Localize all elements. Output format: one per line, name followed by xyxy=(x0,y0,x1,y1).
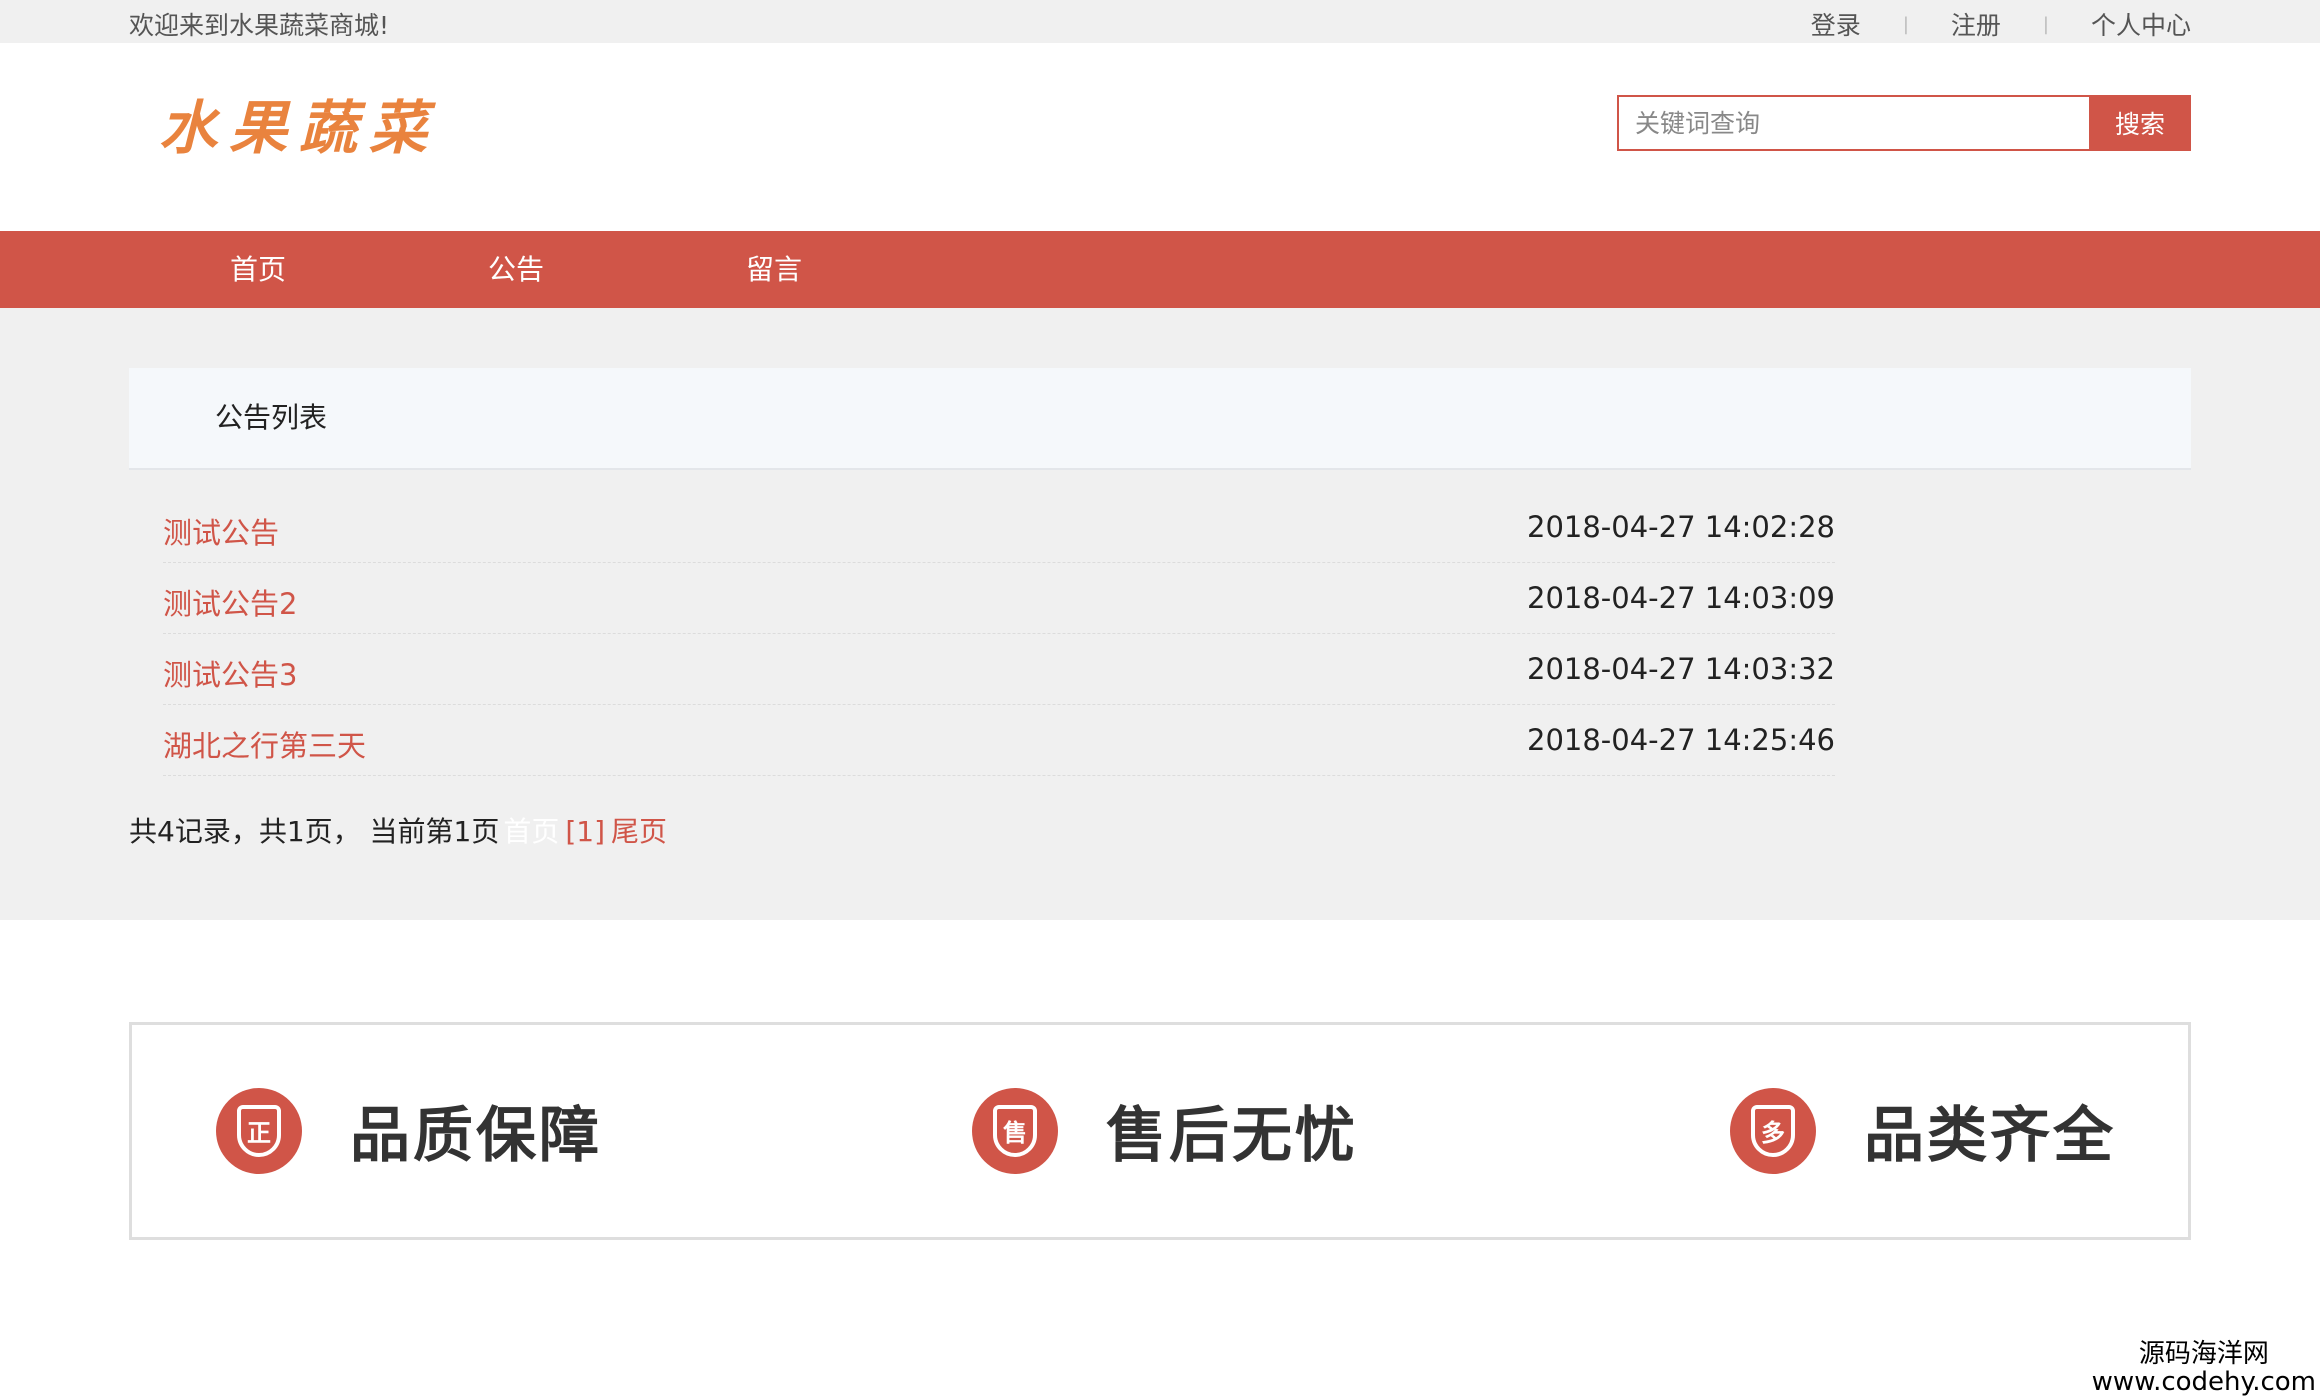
list-item: 测试公告2 2018-04-27 14:03:09 xyxy=(163,563,1835,634)
list-item: 湖北之行第三天 2018-04-27 14:25:46 xyxy=(163,705,1835,776)
divider: | xyxy=(1902,13,1909,35)
list-item: 测试公告3 2018-04-27 14:03:32 xyxy=(163,634,1835,705)
aftersale-shield-icon: 售 xyxy=(972,1087,1058,1174)
notice-time: 2018-04-27 14:03:32 xyxy=(1527,652,1835,686)
notice-time: 2018-04-27 14:02:28 xyxy=(1527,510,1835,544)
divider: | xyxy=(2042,13,2049,35)
watermark-line: 源码海洋网 xyxy=(2138,1339,2269,1369)
nav-item-notice[interactable]: 公告 xyxy=(387,231,645,308)
panel-title: 公告列表 xyxy=(129,368,2191,470)
login-link[interactable]: 登录 xyxy=(1811,6,1861,42)
main-content: 公告列表 测试公告 2018-04-27 14:02:28 测试公告2 2018… xyxy=(0,308,2320,920)
quality-shield-icon: 正 xyxy=(216,1087,302,1174)
site-logo[interactable]: 水果蔬菜 xyxy=(159,81,439,165)
last-page-link[interactable]: 尾页 xyxy=(611,815,667,848)
main-nav: 首页 公告 留言 xyxy=(0,231,2320,308)
user-center-link[interactable]: 个人中心 xyxy=(2091,6,2191,42)
notice-title-link[interactable]: 测试公告2 xyxy=(163,581,297,623)
nav-item-message[interactable]: 留言 xyxy=(645,231,903,308)
list-item: 测试公告 2018-04-27 14:02:28 xyxy=(163,492,1835,563)
variety-shield-icon: 多 xyxy=(1730,1087,1816,1174)
notice-title-link[interactable]: 测试公告 xyxy=(163,510,279,552)
feature-variety: 多 品类齐全 xyxy=(1730,1087,2116,1174)
feature-aftersale: 售 售后无忧 xyxy=(972,1087,1358,1174)
watermark-line: www.codehy.com xyxy=(2091,1367,2316,1397)
register-link[interactable]: 注册 xyxy=(1951,6,2001,42)
notice-title-link[interactable]: 湖北之行第三天 xyxy=(163,723,366,765)
notice-list: 测试公告 2018-04-27 14:02:28 测试公告2 2018-04-2… xyxy=(129,470,1835,776)
service-features: 正 品质保障 售 售后无忧 多 品类齐全 xyxy=(129,1022,2191,1240)
badge-glyph: 正 xyxy=(237,1104,281,1157)
notice-title-link[interactable]: 测试公告3 xyxy=(163,652,297,694)
watermark: 源码海洋网 www.codehy.com xyxy=(2092,1340,2316,1396)
feature-label: 售后无忧 xyxy=(1106,1101,1358,1171)
search-button[interactable]: 搜索 xyxy=(2089,95,2191,151)
nav-item-home[interactable]: 首页 xyxy=(129,231,387,308)
search-bar: 搜索 xyxy=(1617,95,2191,151)
feature-label: 品类齐全 xyxy=(1864,1101,2116,1171)
feature-label: 品质保障 xyxy=(350,1101,602,1171)
page-1-link[interactable]: [1] xyxy=(565,815,605,848)
notice-time: 2018-04-27 14:25:46 xyxy=(1527,723,1835,757)
notice-time: 2018-04-27 14:03:09 xyxy=(1527,581,1835,615)
pagination-summary: 共4记录，共1页， 当前第1页 xyxy=(129,815,500,848)
badge-glyph: 多 xyxy=(1751,1104,1795,1157)
badge-glyph: 售 xyxy=(993,1104,1037,1157)
top-bar: 欢迎来到水果蔬菜商城! 登录 | 注册 | 个人中心 xyxy=(0,0,2320,43)
first-page-link[interactable]: 首页 xyxy=(503,815,559,848)
feature-quality: 正 品质保障 xyxy=(216,1087,602,1174)
welcome-text: 欢迎来到水果蔬菜商城! xyxy=(129,11,390,40)
top-links: 登录 | 注册 | 个人中心 xyxy=(1811,6,2191,42)
search-input[interactable] xyxy=(1617,95,2089,151)
pagination: 共4记录，共1页， 当前第1页 首页 [1] 尾页 xyxy=(129,810,2191,850)
header: 水果蔬菜 搜索 xyxy=(0,43,2320,231)
